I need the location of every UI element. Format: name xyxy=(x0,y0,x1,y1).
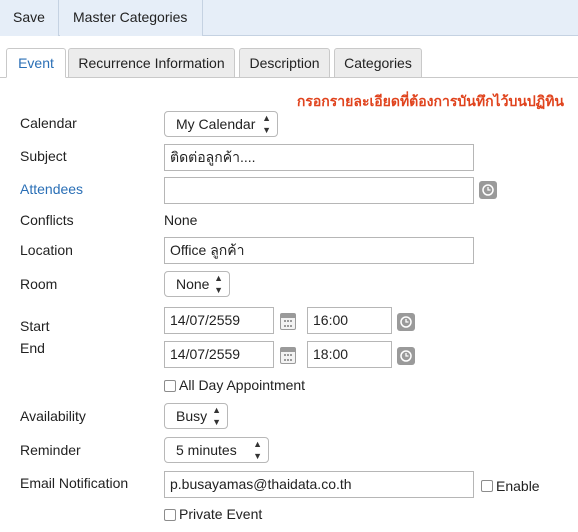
instruction-note: กรอกรายละเอียดที่ต้องการบันทึกไว้บนปฏิทิ… xyxy=(296,93,564,109)
tab-event[interactable]: Event xyxy=(6,48,66,78)
calendar-icon[interactable] xyxy=(280,313,296,330)
clock-icon[interactable] xyxy=(397,347,415,365)
master-categories-button[interactable]: Master Categories xyxy=(60,0,203,36)
save-button[interactable]: Save xyxy=(0,0,59,36)
email-notification-label: Email Notification xyxy=(20,475,129,491)
conflicts-label: Conflicts xyxy=(20,212,74,228)
private-event-label: Private Event xyxy=(179,506,263,522)
reminder-label: Reminder xyxy=(20,442,81,458)
subject-label: Subject xyxy=(20,148,67,164)
all-day-label: All Day Appointment xyxy=(179,377,306,393)
availability-select-value: Busy xyxy=(176,408,208,424)
subject-input[interactable]: ติดต่อลูกค้า.... xyxy=(164,144,474,171)
clock-icon[interactable] xyxy=(479,181,497,199)
end-date-input[interactable]: 14/07/2559 xyxy=(164,341,274,368)
up-down-arrows-icon: ▲ ▼ xyxy=(212,405,221,427)
conflicts-value: None xyxy=(164,212,198,228)
tab-recurrence-information[interactable]: Recurrence Information xyxy=(68,48,235,78)
calendar-label: Calendar xyxy=(20,115,77,131)
tab-categories[interactable]: Categories xyxy=(334,48,422,78)
calendar-icon[interactable] xyxy=(280,347,296,364)
attendees-link[interactable]: Attendees xyxy=(20,181,83,197)
enable-label: Enable xyxy=(496,478,540,494)
room-select-value: None xyxy=(176,276,210,292)
reminder-select[interactable]: 5 minutes ▲ ▼ xyxy=(164,437,269,463)
toolbar: Save Master Categories xyxy=(0,0,578,36)
availability-select[interactable]: Busy ▲ ▼ xyxy=(164,403,228,429)
up-down-arrows-icon: ▲ ▼ xyxy=(253,439,262,461)
enable-checkbox[interactable] xyxy=(481,480,493,492)
tab-description[interactable]: Description xyxy=(239,48,330,78)
up-down-arrows-icon: ▲ ▼ xyxy=(214,273,223,295)
clock-icon[interactable] xyxy=(397,313,415,331)
calendar-select[interactable]: My Calendar ▲ ▼ xyxy=(164,111,278,137)
room-label: Room xyxy=(20,276,58,292)
availability-label: Availability xyxy=(20,408,86,424)
location-input[interactable]: Office ลูกค้า xyxy=(164,237,474,264)
all-day-checkbox[interactable] xyxy=(164,380,176,392)
start-time-input[interactable]: 16:00 xyxy=(307,307,392,334)
up-down-arrows-icon: ▲ ▼ xyxy=(262,113,271,135)
private-event-checkbox[interactable] xyxy=(164,509,176,521)
calendar-select-value: My Calendar xyxy=(176,116,256,132)
start-date-input[interactable]: 14/07/2559 xyxy=(164,307,274,334)
email-notification-input[interactable]: p.busayamas@thaidata.co.th xyxy=(164,471,474,498)
location-label: Location xyxy=(20,242,73,258)
reminder-select-value: 5 minutes xyxy=(176,442,237,458)
end-time-input[interactable]: 18:00 xyxy=(307,341,392,368)
attendees-input[interactable] xyxy=(164,177,474,204)
room-select[interactable]: None ▲ ▼ xyxy=(164,271,230,297)
start-label: Start xyxy=(20,318,50,334)
end-label: End xyxy=(20,340,45,356)
